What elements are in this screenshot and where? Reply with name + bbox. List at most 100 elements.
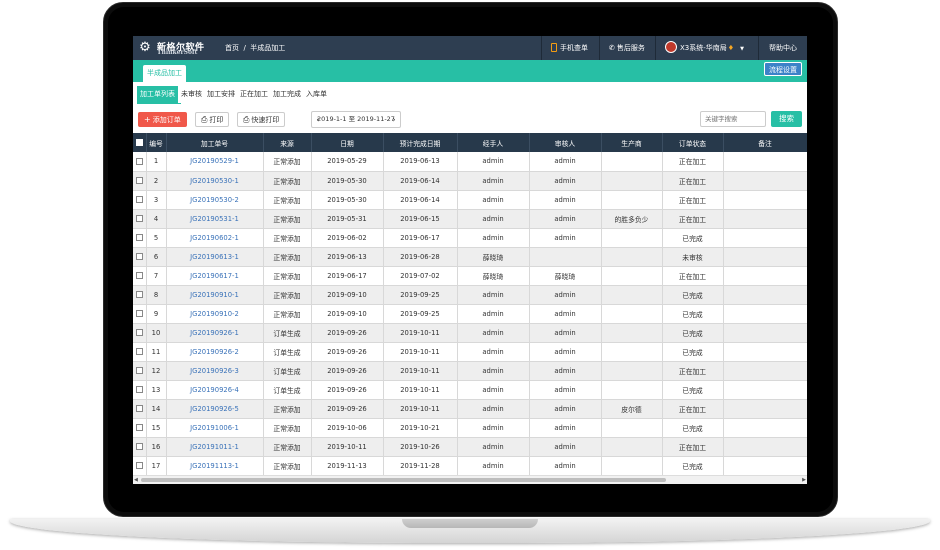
- checkbox[interactable]: [135, 177, 143, 184]
- filter-processing-list[interactable]: 加工单列表: [137, 86, 178, 103]
- filter-in-progress[interactable]: 正在加工: [238, 86, 270, 103]
- search-button[interactable]: 搜索: [771, 111, 802, 127]
- column-header[interactable]: 订单状态: [662, 133, 724, 152]
- row-select-cell[interactable]: [133, 418, 147, 438]
- flow-settings-button[interactable]: 流程设置: [764, 62, 802, 76]
- filter-warehousing[interactable]: 入库单: [304, 86, 329, 103]
- table-row[interactable]: 10 JG20190926-1 订单生成 2019-09-26 2019-10-11 ad…: [133, 323, 807, 343]
- scrollbar-thumb[interactable]: [141, 478, 666, 482]
- order-code-link[interactable]: JG20190910-2: [166, 304, 264, 324]
- checkbox[interactable]: [135, 215, 143, 222]
- mobile-order-link[interactable]: 手机查单: [551, 36, 588, 60]
- checkbox[interactable]: [135, 291, 143, 298]
- checkbox[interactable]: [135, 253, 143, 260]
- row-select-cell[interactable]: [133, 247, 147, 267]
- table-row[interactable]: 17 JG20191113-1 正常添加 2019-11-13 2019-11-28 ad…: [133, 456, 807, 476]
- table-row[interactable]: 12 JG20190926-3 订单生成 2019-09-26 2019-10-11 ad…: [133, 361, 807, 381]
- table-row[interactable]: 9 JG20190910-2 正常添加 2019-09-10 2019-09-25 adm…: [133, 304, 807, 324]
- checkbox[interactable]: [135, 443, 143, 450]
- filter-arrangement[interactable]: 加工安排: [205, 86, 237, 103]
- table-row[interactable]: 2 JG20190530-1 正常添加 2019-05-30 2019-06-14 adm…: [133, 171, 807, 191]
- row-select-cell[interactable]: [133, 399, 147, 419]
- after-sales-link[interactable]: ✆ 售后服务: [609, 36, 645, 60]
- checkbox[interactable]: [135, 234, 143, 241]
- checkbox[interactable]: [135, 462, 143, 469]
- row-select-cell[interactable]: [133, 152, 147, 172]
- table-row[interactable]: 7 JG20190617-1 正常添加 2019-06-17 2019-07-02 薛晓琦…: [133, 266, 807, 286]
- logo[interactable]: ⚙ 新格尔软件 ThinkerSoft: [135, 39, 215, 57]
- help-center-link[interactable]: 帮助中心: [769, 36, 797, 60]
- table-row[interactable]: 13 JG20190926-4 订单生成 2019-09-26 2019-10-11 ad…: [133, 380, 807, 400]
- checkbox[interactable]: [135, 329, 143, 336]
- table-row[interactable]: 3 JG20190530-2 正常添加 2019-05-30 2019-06-14 adm…: [133, 190, 807, 210]
- table-row[interactable]: 6 JG20190613-1 正常添加 2019-06-13 2019-06-28 薛晓琦…: [133, 247, 807, 267]
- row-select-cell[interactable]: [133, 437, 147, 457]
- order-code-link[interactable]: JG20190602-1: [166, 228, 264, 248]
- order-code-link[interactable]: JG20191113-1: [166, 456, 264, 476]
- order-code-link[interactable]: JG20190926-4: [166, 380, 264, 400]
- tab-semi-finished-processing[interactable]: 半成品加工: [143, 65, 186, 82]
- order-code-link[interactable]: JG20191006-1: [166, 418, 264, 438]
- table-row[interactable]: 1 JG20190529-1 正常添加 2019-05-29 2019-06-13 adm…: [133, 152, 807, 172]
- print-button[interactable]: ⎙ 打印: [195, 112, 230, 127]
- table-row[interactable]: 15 JG20191006-1 正常添加 2019-10-06 2019-10-21 ad…: [133, 418, 807, 438]
- add-order-button[interactable]: + 添加订单: [138, 112, 187, 127]
- order-code-link[interactable]: JG20190926-5: [166, 399, 264, 419]
- table-row[interactable]: 4 JG20190531-1 正常添加 2019-05-31 2019-06-15 adm…: [133, 209, 807, 229]
- order-code-link[interactable]: JG20190530-2: [166, 190, 264, 210]
- column-header[interactable]: 审核人: [529, 133, 602, 152]
- user-menu[interactable]: X3系统-华南局♦ ▼: [665, 36, 744, 60]
- row-select-cell[interactable]: [133, 228, 147, 248]
- column-header[interactable]: 备注: [723, 133, 807, 152]
- checkbox[interactable]: [135, 348, 143, 355]
- table-row[interactable]: 5 JG20190602-1 正常添加 2019-06-02 2019-06-17 adm…: [133, 228, 807, 248]
- table-row[interactable]: 16 JG20191011-1 正常添加 2019-10-11 2019-10-26 ad…: [133, 437, 807, 457]
- column-header[interactable]: 生产商: [601, 133, 663, 152]
- row-select-cell[interactable]: [133, 304, 147, 324]
- scroll-left-icon[interactable]: ◀: [134, 476, 138, 484]
- quick-print-button[interactable]: ⎙ 快速打印: [237, 112, 286, 127]
- order-code-link[interactable]: JG20190531-1: [166, 209, 264, 229]
- checkbox[interactable]: [135, 196, 143, 203]
- checkbox[interactable]: [135, 367, 143, 374]
- order-code-link[interactable]: JG20190530-1: [166, 171, 264, 191]
- order-code-link[interactable]: JG20190926-1: [166, 323, 264, 343]
- checkbox[interactable]: [135, 157, 143, 165]
- row-select-cell[interactable]: [133, 380, 147, 400]
- row-select-cell[interactable]: [133, 171, 147, 191]
- select-all-checkbox[interactable]: [133, 133, 147, 152]
- checkbox[interactable]: [135, 139, 143, 146]
- chevron-right-icon[interactable]: ›: [389, 112, 399, 127]
- date-range-picker[interactable]: ‹ 2019-1-1 至 2019-11-27 ›: [311, 111, 401, 128]
- breadcrumb-home[interactable]: 首页: [225, 44, 239, 52]
- row-select-cell[interactable]: [133, 285, 147, 305]
- row-select-cell[interactable]: [133, 190, 147, 210]
- column-header[interactable]: 编号: [146, 133, 167, 152]
- checkbox[interactable]: [135, 272, 143, 279]
- row-select-cell[interactable]: [133, 266, 147, 286]
- row-select-cell[interactable]: [133, 323, 147, 343]
- column-header[interactable]: 预计完成日期: [383, 133, 458, 152]
- filter-unreviewed[interactable]: 未审核: [179, 86, 204, 103]
- order-code-link[interactable]: JG20190529-1: [166, 152, 264, 172]
- order-code-link[interactable]: JG20191011-1: [166, 437, 264, 457]
- checkbox[interactable]: [135, 405, 143, 412]
- order-code-link[interactable]: JG20190926-3: [166, 361, 264, 381]
- table-row[interactable]: 11 JG20190926-2 订单生成 2019-09-26 2019-10-11 ad…: [133, 342, 807, 362]
- checkbox[interactable]: [135, 424, 143, 431]
- chevron-left-icon[interactable]: ‹: [313, 112, 323, 127]
- column-header[interactable]: 加工单号: [166, 133, 264, 152]
- row-select-cell[interactable]: [133, 209, 147, 229]
- row-select-cell[interactable]: [133, 456, 147, 476]
- order-code-link[interactable]: JG20190613-1: [166, 247, 264, 267]
- keyword-search-input[interactable]: [700, 111, 766, 127]
- column-header[interactable]: 日期: [311, 133, 384, 152]
- checkbox[interactable]: [135, 310, 143, 317]
- column-header[interactable]: 来源: [263, 133, 312, 152]
- order-code-link[interactable]: JG20190926-2: [166, 342, 264, 362]
- filter-completed[interactable]: 加工完成: [271, 86, 303, 103]
- order-code-link[interactable]: JG20190617-1: [166, 266, 264, 286]
- column-header[interactable]: 经手人: [457, 133, 530, 152]
- table-row[interactable]: 8 JG20190910-1 正常添加 2019-09-10 2019-09-25 adm…: [133, 285, 807, 305]
- checkbox[interactable]: [135, 386, 143, 393]
